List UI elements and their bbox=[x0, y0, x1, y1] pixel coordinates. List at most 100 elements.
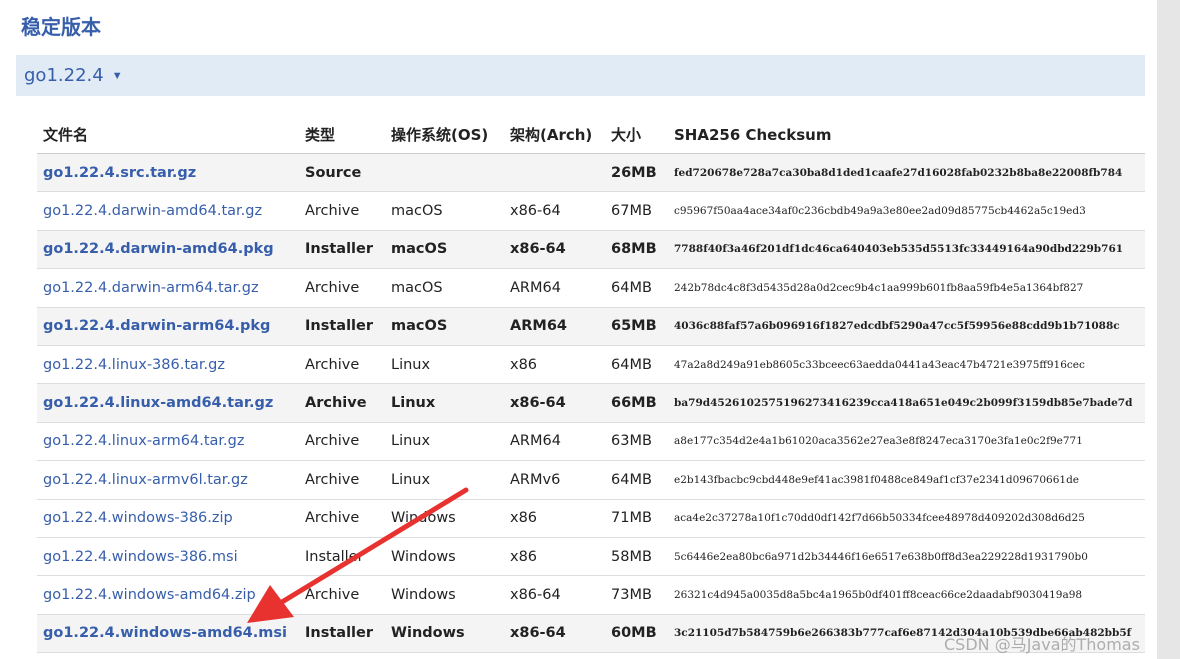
section-title: 稳定版本 bbox=[21, 15, 101, 39]
download-link[interactable]: go1.22.4.linux-amd64.tar.gz bbox=[37, 383, 299, 423]
download-link[interactable]: go1.22.4.linux-386.tar.gz bbox=[37, 345, 299, 385]
checksum-cell: fed720678e728a7ca30ba8d1ded1caafe27d1602… bbox=[668, 153, 1145, 193]
arch-cell: x86 bbox=[504, 537, 605, 577]
version-label: go1.22.4 bbox=[24, 65, 104, 86]
arch-cell: x86 bbox=[504, 345, 605, 385]
size-cell: 65MB bbox=[605, 307, 668, 346]
os-cell: macOS bbox=[385, 268, 504, 308]
os-cell: Linux bbox=[385, 345, 504, 385]
arch-cell: ARM64 bbox=[504, 268, 605, 308]
checksum-cell: 26321c4d945a0035d8a5bc4a1965b0df401ff8ce… bbox=[668, 575, 1145, 615]
table-row: go1.22.4.linux-amd64.tar.gz Archive Linux x… bbox=[37, 383, 1145, 423]
checksum-cell: e2b143fbacbc9cbd448e9ef41ac3981f0488ce84… bbox=[668, 460, 1145, 500]
os-cell: Windows bbox=[385, 537, 504, 577]
col-header-filename: 文件名 bbox=[37, 116, 299, 154]
size-cell: 68MB bbox=[605, 230, 668, 270]
arch-cell: x86-64 bbox=[504, 191, 605, 231]
table-row: go1.22.4.darwin-amd64.tar.gz Archive macOS… bbox=[37, 191, 1145, 231]
table-row: go1.22.4.darwin-arm64.tar.gz Archive macOS… bbox=[37, 268, 1145, 308]
size-cell: 63MB bbox=[605, 422, 668, 462]
col-header-kind: 类型 bbox=[299, 116, 385, 154]
col-header-arch: 架构(Arch) bbox=[504, 116, 605, 154]
kind-cell: Archive bbox=[299, 460, 385, 500]
arch-cell bbox=[504, 153, 605, 193]
download-link[interactable]: go1.22.4.windows-386.zip bbox=[37, 499, 299, 538]
arch-cell: x86 bbox=[504, 499, 605, 538]
version-toggle[interactable]: go1.22.4 ▼ bbox=[16, 55, 1145, 96]
download-link[interactable]: go1.22.4.linux-armv6l.tar.gz bbox=[37, 460, 299, 500]
checksum-cell: 5c6446e2ea80bc6a971d2b34446f16e6517e638b… bbox=[668, 537, 1145, 577]
checksum-cell: ba79d4526102575196273416239cca418a651e04… bbox=[668, 383, 1145, 423]
kind-cell: Installer bbox=[299, 537, 385, 577]
arch-cell: x86-64 bbox=[504, 230, 605, 270]
kind-cell: Installer bbox=[299, 307, 385, 346]
download-link[interactable]: go1.22.4.darwin-amd64.pkg bbox=[37, 230, 299, 270]
os-cell: Windows bbox=[385, 499, 504, 538]
table-row: go1.22.4.darwin-amd64.pkg Installer macOS x… bbox=[37, 230, 1145, 270]
download-link[interactable]: go1.22.4.darwin-arm64.pkg bbox=[37, 307, 299, 346]
kind-cell: Source bbox=[299, 153, 385, 193]
table-row: go1.22.4.windows-386.zip Archive Windows x8… bbox=[37, 499, 1145, 538]
kind-cell: Archive bbox=[299, 575, 385, 615]
arch-cell: x86-64 bbox=[504, 614, 605, 654]
arch-cell: ARM64 bbox=[504, 307, 605, 346]
os-cell: Linux bbox=[385, 422, 504, 462]
kind-cell: Archive bbox=[299, 422, 385, 462]
os-cell: Windows bbox=[385, 614, 504, 654]
size-cell: 64MB bbox=[605, 460, 668, 500]
table-row: go1.22.4.linux-386.tar.gz Archive Linux x86… bbox=[37, 345, 1145, 385]
watermark: CSDN @马Java的Thomas bbox=[944, 635, 1140, 654]
os-cell: Windows bbox=[385, 575, 504, 615]
checksum-cell: 7788f40f3a46f201df1dc46ca640403eb535d551… bbox=[668, 230, 1145, 270]
download-link[interactable]: go1.22.4.windows-amd64.zip bbox=[37, 575, 299, 615]
table-row: go1.22.4.darwin-arm64.pkg Installer macOS A… bbox=[37, 307, 1145, 346]
table-row: go1.22.4.src.tar.gz Source 26MB fed720678e7… bbox=[37, 153, 1145, 193]
download-link[interactable]: go1.22.4.darwin-arm64.tar.gz bbox=[37, 268, 299, 308]
size-cell: 71MB bbox=[605, 499, 668, 538]
os-cell: macOS bbox=[385, 307, 504, 346]
col-header-size: 大小 bbox=[605, 116, 668, 154]
caret-down-icon: ▼ bbox=[111, 69, 123, 82]
size-cell: 58MB bbox=[605, 537, 668, 577]
os-cell: Linux bbox=[385, 460, 504, 500]
size-cell: 67MB bbox=[605, 191, 668, 231]
os-cell bbox=[385, 153, 504, 193]
size-cell: 60MB bbox=[605, 614, 668, 654]
checksum-cell: 4036c88faf57a6b096916f1827edcdbf5290a47c… bbox=[668, 307, 1145, 346]
download-link[interactable]: go1.22.4.src.tar.gz bbox=[37, 153, 299, 193]
col-header-checksum: SHA256 Checksum bbox=[668, 116, 1145, 154]
os-cell: Linux bbox=[385, 383, 504, 423]
kind-cell: Archive bbox=[299, 383, 385, 423]
checksum-cell: 47a2a8d249a91eb8605c33bceec63aedda0441a4… bbox=[668, 345, 1145, 385]
size-cell: 26MB bbox=[605, 153, 668, 193]
kind-cell: Archive bbox=[299, 345, 385, 385]
size-cell: 64MB bbox=[605, 268, 668, 308]
table-row: go1.22.4.windows-amd64.zip Archive Windows… bbox=[37, 575, 1145, 615]
arch-cell: x86-64 bbox=[504, 575, 605, 615]
kind-cell: Archive bbox=[299, 268, 385, 308]
table-row: go1.22.4.linux-arm64.tar.gz Archive Linux A… bbox=[37, 422, 1145, 462]
kind-cell: Installer bbox=[299, 614, 385, 654]
kind-cell: Archive bbox=[299, 499, 385, 538]
kind-cell: Archive bbox=[299, 191, 385, 231]
size-cell: 64MB bbox=[605, 345, 668, 385]
downloads-table: 文件名 类型 操作系统(OS) 架构(Arch) 大小 SHA256 Check… bbox=[37, 116, 1145, 654]
download-link[interactable]: go1.22.4.windows-386.msi bbox=[37, 537, 299, 577]
size-cell: 73MB bbox=[605, 575, 668, 615]
arch-cell: ARMv6 bbox=[504, 460, 605, 500]
table-row: go1.22.4.windows-386.msi Installer Windows… bbox=[37, 537, 1145, 577]
arch-cell: x86-64 bbox=[504, 383, 605, 423]
download-link[interactable]: go1.22.4.linux-arm64.tar.gz bbox=[37, 422, 299, 462]
checksum-cell: a8e177c354d2e4a1b61020aca3562e27ea3e8f82… bbox=[668, 422, 1145, 462]
os-cell: macOS bbox=[385, 230, 504, 270]
checksum-cell: 242b78dc4c8f3d5435d28a0d2cec9b4c1aa999b6… bbox=[668, 268, 1145, 308]
os-cell: macOS bbox=[385, 191, 504, 231]
download-link[interactable]: go1.22.4.windows-amd64.msi bbox=[37, 614, 299, 654]
download-link[interactable]: go1.22.4.darwin-amd64.tar.gz bbox=[37, 191, 299, 231]
col-header-os: 操作系统(OS) bbox=[385, 116, 504, 154]
table-row: go1.22.4.linux-armv6l.tar.gz Archive Linux… bbox=[37, 460, 1145, 500]
kind-cell: Installer bbox=[299, 230, 385, 270]
table-header-row: 文件名 类型 操作系统(OS) 架构(Arch) 大小 SHA256 Check… bbox=[37, 116, 1145, 154]
arch-cell: ARM64 bbox=[504, 422, 605, 462]
checksum-cell: c95967f50aa4ace34af0c236cbdb49a9a3e80ee2… bbox=[668, 191, 1145, 231]
